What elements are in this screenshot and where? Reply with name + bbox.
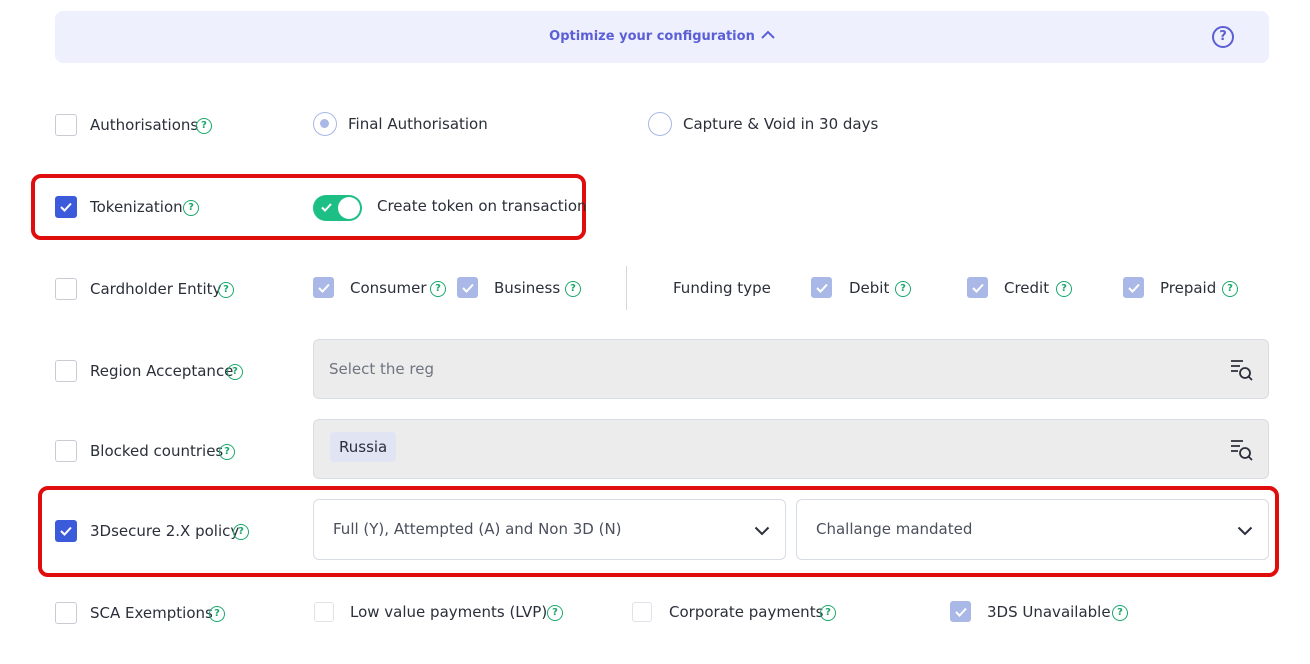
- blocked-countries-label: Blocked countries: [90, 442, 224, 460]
- debit-help-icon[interactable]: ?: [895, 281, 911, 297]
- tokenization-label: Tokenization: [90, 198, 183, 216]
- filter-search-icon[interactable]: [1230, 438, 1254, 466]
- optimize-config-banner[interactable]: Optimize your configuration ?: [55, 11, 1269, 63]
- region-acceptance-help-icon[interactable]: ?: [227, 364, 243, 380]
- authorisations-help-icon[interactable]: ?: [196, 118, 212, 134]
- threeds-unavailable-help-icon[interactable]: ?: [1112, 605, 1128, 621]
- prepaid-help-icon[interactable]: ?: [1222, 281, 1238, 297]
- region-search-field[interactable]: Select the reg: [313, 339, 1269, 399]
- prepaid-label: Prepaid: [1160, 279, 1217, 297]
- corporate-payments-label: Corporate payments: [669, 603, 824, 621]
- tokenization-checkbox[interactable]: [55, 196, 77, 218]
- funding-type-label: Funding type: [673, 279, 771, 297]
- prepaid-checkbox[interactable]: [1123, 277, 1144, 298]
- threeds-policy-label: 3Dsecure 2.X policy: [90, 522, 240, 540]
- country-chip[interactable]: Russia: [330, 432, 397, 462]
- filter-search-icon[interactable]: [1230, 358, 1254, 386]
- banner-title[interactable]: Optimize your configuration: [55, 29, 1269, 44]
- threeds-unavailable-label: 3DS Unavailable: [987, 603, 1111, 621]
- business-help-icon[interactable]: ?: [565, 281, 581, 297]
- consumer-label: Consumer: [350, 279, 427, 297]
- region-search-placeholder: Select the reg: [329, 360, 435, 378]
- divider: [626, 266, 627, 310]
- check-icon: [321, 203, 332, 212]
- final-authorisation-label: Final Authorisation: [348, 115, 488, 133]
- business-checkbox[interactable]: [457, 277, 478, 298]
- business-label: Business: [494, 279, 561, 297]
- debit-label: Debit: [849, 279, 890, 297]
- cardholder-entity-label: Cardholder Entity: [90, 280, 222, 298]
- consumer-checkbox[interactable]: [313, 277, 334, 298]
- sca-exemptions-label: SCA Exemptions: [90, 604, 213, 622]
- region-acceptance-label: Region Acceptance: [90, 362, 234, 380]
- authorisations-label: Authorisations: [90, 116, 199, 134]
- corporate-payments-checkbox[interactable]: [632, 602, 652, 622]
- threeds-policy-help-icon[interactable]: ?: [233, 524, 249, 540]
- credit-checkbox[interactable]: [967, 277, 988, 298]
- challenge-select[interactable]: Challange mandated: [796, 499, 1269, 560]
- corporate-payments-help-icon[interactable]: ?: [820, 605, 836, 621]
- credit-label: Credit: [1004, 279, 1050, 297]
- chevron-down-icon: [754, 522, 770, 540]
- sca-exemptions-checkbox[interactable]: [55, 602, 77, 624]
- lvp-label: Low value payments (LVP): [350, 603, 548, 621]
- create-token-label: Create token on transaction: [377, 197, 587, 215]
- toggle-knob: [338, 197, 360, 219]
- cardholder-entity-help-icon[interactable]: ?: [218, 282, 234, 298]
- lvp-checkbox[interactable]: [314, 602, 334, 622]
- tokenization-help-icon[interactable]: ?: [183, 200, 199, 216]
- final-authorisation-radio[interactable]: [313, 112, 337, 136]
- debit-checkbox[interactable]: [811, 277, 832, 298]
- credit-help-icon[interactable]: ?: [1056, 281, 1072, 297]
- region-acceptance-checkbox[interactable]: [55, 360, 77, 382]
- challenge-value: Challange mandated: [816, 520, 973, 538]
- chevron-down-icon: [1237, 522, 1253, 540]
- blocked-countries-checkbox[interactable]: [55, 440, 77, 462]
- blocked-countries-field[interactable]: Russia: [313, 419, 1269, 479]
- lvp-help-icon[interactable]: ?: [547, 605, 563, 621]
- help-icon[interactable]: ?: [1212, 26, 1234, 48]
- chevron-up-icon: [761, 28, 775, 43]
- cardholder-entity-checkbox[interactable]: [55, 278, 77, 300]
- threeds-policy-value: Full (Y), Attempted (A) and Non 3D (N): [333, 520, 622, 538]
- create-token-toggle[interactable]: [313, 195, 362, 221]
- sca-exemptions-help-icon[interactable]: ?: [209, 606, 225, 622]
- consumer-help-icon[interactable]: ?: [430, 281, 446, 297]
- banner-title-text: Optimize your configuration: [549, 29, 755, 44]
- capture-void-label: Capture & Void in 30 days: [683, 115, 879, 133]
- authorisations-checkbox[interactable]: [55, 114, 77, 136]
- blocked-countries-help-icon[interactable]: ?: [219, 444, 235, 460]
- capture-void-radio[interactable]: [648, 112, 672, 136]
- threeds-unavailable-checkbox[interactable]: [950, 601, 971, 622]
- threeds-policy-select[interactable]: Full (Y), Attempted (A) and Non 3D (N): [313, 499, 786, 560]
- threeds-policy-checkbox[interactable]: [55, 520, 77, 542]
